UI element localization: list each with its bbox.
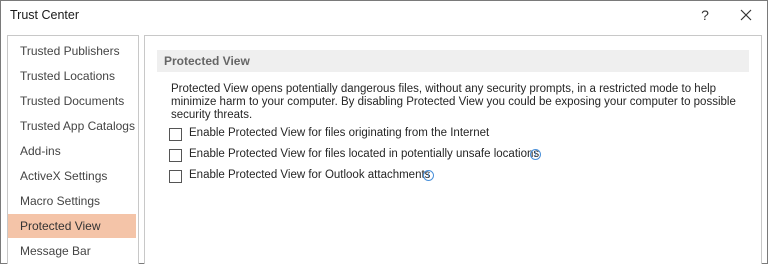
sidebar-item-protected-view[interactable]: Protected View xyxy=(8,214,136,238)
info-icon[interactable]: i xyxy=(530,149,541,160)
trust-center-dialog: Trust Center ? Trusted Publishers Truste… xyxy=(0,0,768,264)
settings-panel: Protected View Protected View opens pote… xyxy=(144,35,762,264)
outlook-attachments-label[interactable]: Enable Protected View for Outlook attach… xyxy=(189,169,430,181)
section-title: Protected View xyxy=(164,54,250,68)
title-bar: Trust Center ? xyxy=(1,1,767,31)
close-icon xyxy=(740,9,752,21)
section-header: Protected View xyxy=(157,50,749,72)
sidebar-item-macro-settings[interactable]: Macro Settings xyxy=(8,189,136,213)
help-button[interactable]: ? xyxy=(692,3,718,27)
internet-files-checkbox[interactable] xyxy=(169,128,182,141)
unsafe-locations-label[interactable]: Enable Protected View for files located … xyxy=(189,148,539,160)
sidebar-item-trusted-app-catalogs[interactable]: Trusted App Catalogs xyxy=(8,114,136,138)
dialog-title: Trust Center xyxy=(10,8,80,22)
sidebar-item-trusted-publishers[interactable]: Trusted Publishers xyxy=(8,39,136,63)
category-sidebar: Trusted Publishers Trusted Locations Tru… xyxy=(7,35,139,264)
outlook-attachments-checkbox[interactable] xyxy=(169,170,182,183)
info-icon[interactable]: i xyxy=(423,170,434,181)
close-button[interactable] xyxy=(732,3,760,27)
sidebar-item-activex-settings[interactable]: ActiveX Settings xyxy=(8,164,136,188)
sidebar-item-trusted-locations[interactable]: Trusted Locations xyxy=(8,64,136,88)
sidebar-item-trusted-documents[interactable]: Trusted Documents xyxy=(8,89,136,113)
unsafe-locations-checkbox[interactable] xyxy=(169,149,182,162)
sidebar-item-add-ins[interactable]: Add-ins xyxy=(8,139,136,163)
internet-files-label[interactable]: Enable Protected View for files originat… xyxy=(189,127,489,139)
sidebar-item-message-bar[interactable]: Message Bar xyxy=(8,239,136,263)
protected-view-description: Protected View opens potentially dangero… xyxy=(171,83,736,121)
